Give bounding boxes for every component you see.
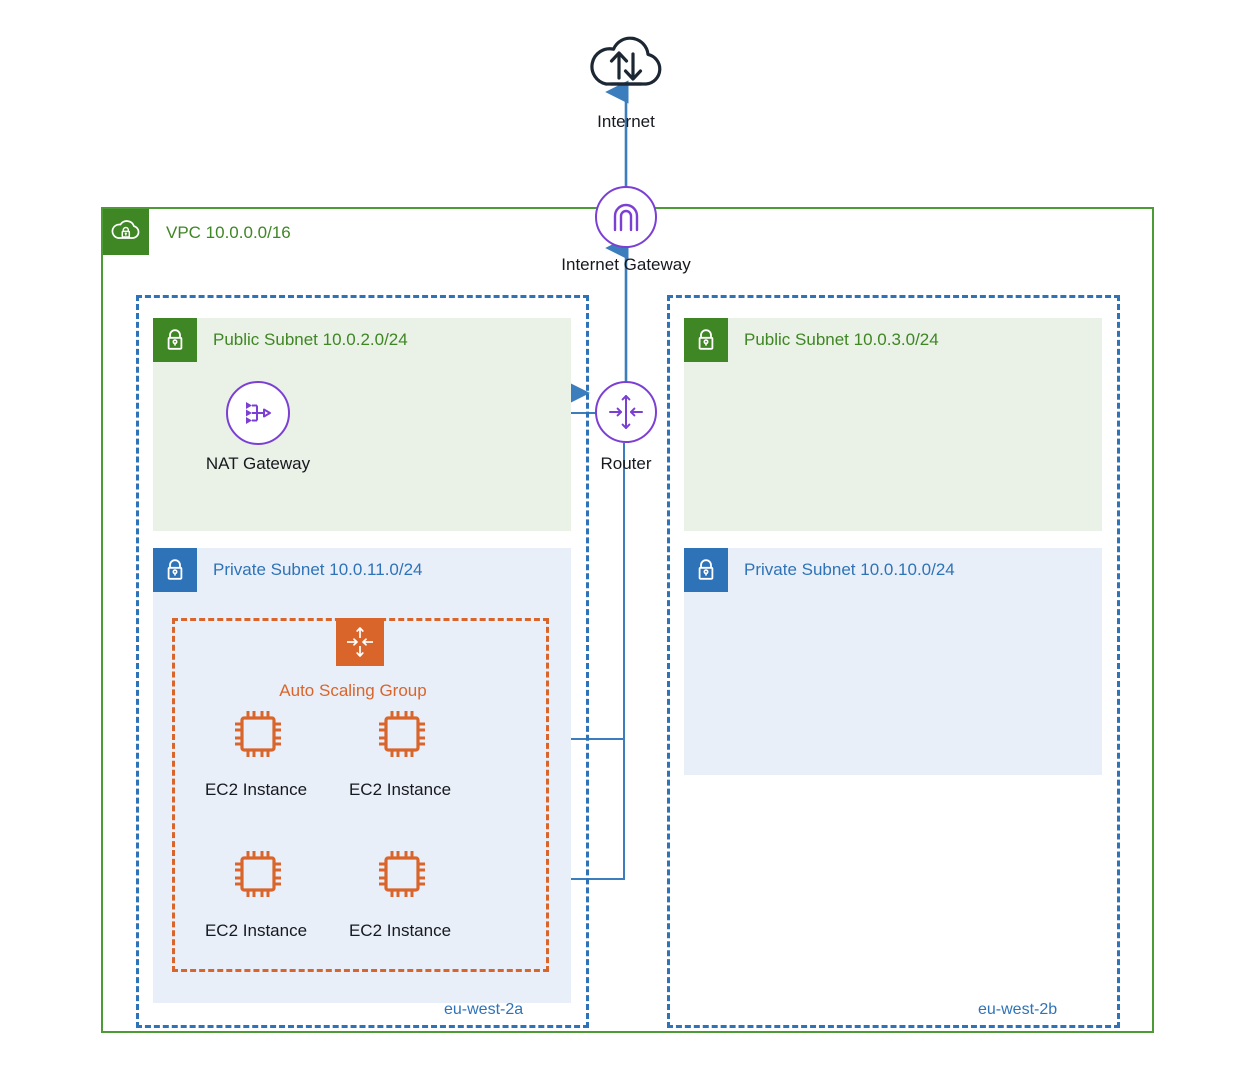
ec2-instance-1-label: EC2 Instance xyxy=(204,780,308,799)
subnet-public-a: Public Subnet 10.0.2.0/24 xyxy=(153,318,571,531)
internet-gateway-label: Internet Gateway xyxy=(561,255,691,274)
subnet-private-a-badge xyxy=(153,548,197,592)
availability-zone-a-label: eu-west-2a xyxy=(444,1001,524,1018)
subnet-public-a-badge xyxy=(153,318,197,362)
lock-icon xyxy=(698,329,714,350)
subnet-private-b: Private Subnet 10.0.10.0/24 xyxy=(684,548,1102,775)
ec2-instance-2-label: EC2 Instance xyxy=(348,780,452,799)
subnet-public-b-label: Public Subnet 10.0.3.0/24 xyxy=(744,330,939,349)
availability-zone-b-label: eu-west-2b xyxy=(978,1001,1058,1018)
internet-label: Internet xyxy=(597,112,655,131)
router-label: Router xyxy=(600,454,652,473)
vpc-cloud-lock-icon xyxy=(111,220,140,239)
ec2-instance-2[interactable] xyxy=(374,706,430,762)
ec2-instance-icon xyxy=(235,711,281,757)
subnet-private-b-label: Private Subnet 10.0.10.0/24 xyxy=(744,560,955,579)
lock-icon xyxy=(167,559,183,580)
lock-icon xyxy=(167,329,183,350)
vpc-label: VPC 10.0.0.0/16 xyxy=(166,223,291,242)
nat-gateway-label: NAT Gateway xyxy=(205,454,311,473)
nat-gateway-icon xyxy=(246,402,271,424)
ec2-instance-1[interactable] xyxy=(230,706,286,762)
internet-node xyxy=(586,34,666,92)
router-icon xyxy=(609,395,643,429)
internet-gateway-icon xyxy=(613,203,639,232)
vpc-badge xyxy=(103,209,149,255)
ec2-instance-icon xyxy=(379,711,425,757)
ec2-instance-4-label: EC2 Instance xyxy=(348,921,452,940)
ec2-instance-icon xyxy=(235,851,281,897)
auto-scaling-group-icon xyxy=(347,627,373,657)
router-node[interactable] xyxy=(595,381,657,443)
auto-scaling-group-badge xyxy=(336,618,384,666)
nat-gateway-node[interactable] xyxy=(226,381,290,445)
subnet-private-b-badge xyxy=(684,548,728,592)
internet-cloud-icon xyxy=(590,36,662,86)
subnet-public-b: Public Subnet 10.0.3.0/24 xyxy=(684,318,1102,531)
subnet-private-a-label: Private Subnet 10.0.11.0/24 xyxy=(213,560,423,579)
ec2-instance-icon xyxy=(379,851,425,897)
auto-scaling-group-label: Auto Scaling Group xyxy=(279,681,427,700)
diagram-canvas: Internet VPC 10.0.0.0/16 eu-west-2a Publ… xyxy=(0,0,1248,1068)
ec2-instance-3[interactable] xyxy=(230,846,286,902)
subnet-public-a-label: Public Subnet 10.0.2.0/24 xyxy=(213,330,408,349)
lock-icon xyxy=(698,559,714,580)
ec2-instance-3-label: EC2 Instance xyxy=(204,921,308,940)
internet-gateway-node[interactable] xyxy=(595,186,657,248)
ec2-instance-4[interactable] xyxy=(374,846,430,902)
subnet-public-b-badge xyxy=(684,318,728,362)
